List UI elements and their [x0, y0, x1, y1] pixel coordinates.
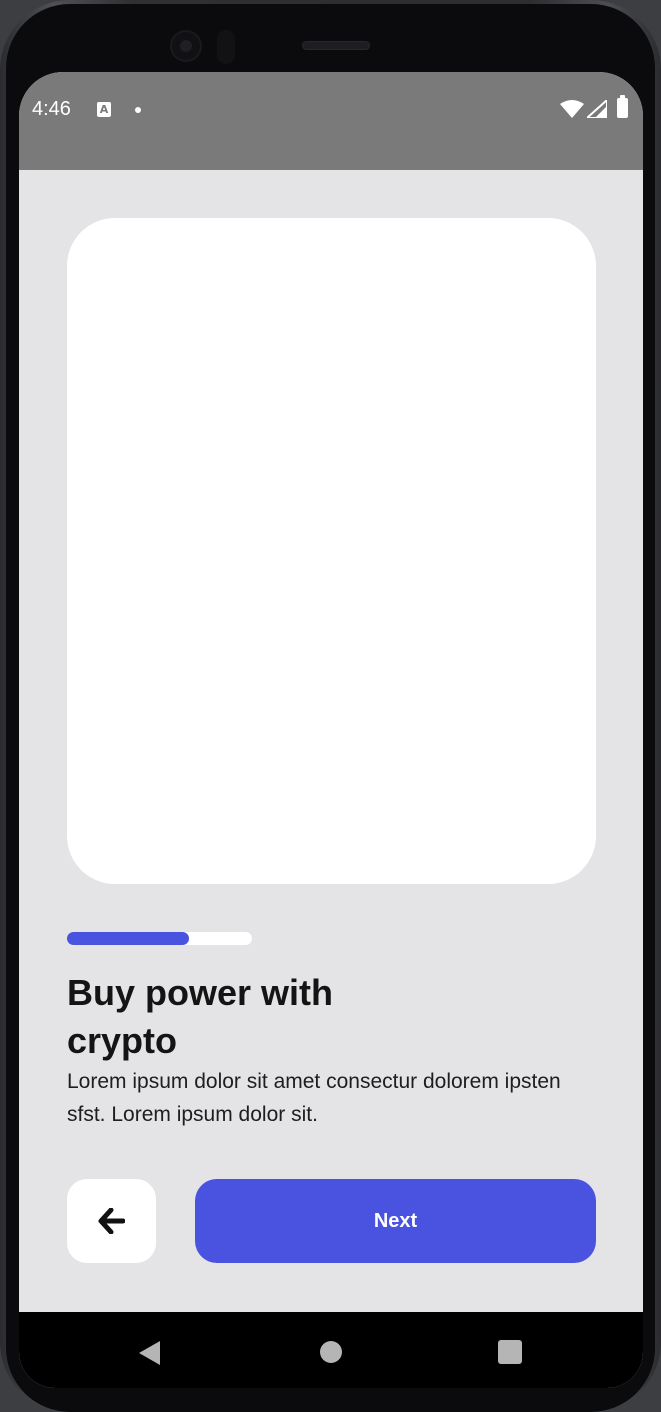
- text-a-icon: A: [97, 102, 111, 117]
- back-button[interactable]: [67, 1179, 156, 1263]
- status-time: 4:46: [32, 98, 71, 120]
- onboarding-progress: [67, 932, 252, 945]
- next-button[interactable]: Next: [195, 1179, 596, 1263]
- arrow-left-icon: [98, 1208, 125, 1234]
- onboarding-title: Buy power with crypto: [67, 972, 334, 1061]
- earpiece-speaker: [302, 41, 370, 50]
- proximity-sensor: [217, 30, 235, 64]
- triangle-back-icon[interactable]: [138, 1340, 162, 1366]
- wifi-icon: [560, 100, 584, 118]
- signal-icon: [587, 100, 607, 118]
- navigation-bar: [19, 1312, 643, 1388]
- square-recents-icon[interactable]: [498, 1340, 522, 1364]
- circle-home-icon[interactable]: [320, 1341, 342, 1363]
- battery-icon: [617, 95, 628, 118]
- onboarding-illustration-card: [67, 218, 596, 884]
- status-bar: 4:46 A: [19, 72, 643, 170]
- progress-fill: [67, 932, 190, 945]
- screen: 4:46 A Buy power with crypto Lorem ipsum…: [19, 72, 643, 1388]
- front-camera: [170, 30, 202, 62]
- onboarding-description: Lorem ipsum dolor sit amet consectur dol…: [67, 1070, 561, 1126]
- dot-icon: [135, 107, 141, 113]
